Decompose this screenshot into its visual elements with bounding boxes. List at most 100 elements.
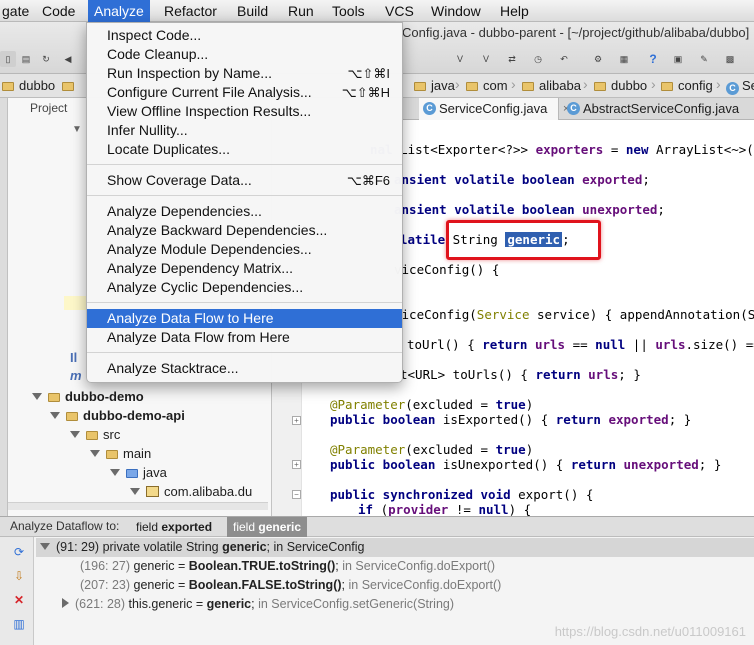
breadcrumb-item[interactable]: config	[661, 77, 713, 95]
dataflow-root-row[interactable]: (91: 29) private volatile String generic…	[36, 538, 754, 557]
save-icon[interactable]: ▤	[18, 51, 34, 67]
vcs-compare-icon[interactable]: ⇄	[504, 51, 520, 67]
sync-icon[interactable]: ↻	[38, 51, 54, 67]
menu-refactor[interactable]: Refactor	[158, 0, 223, 22]
expand-icon[interactable]	[40, 543, 50, 550]
breadcrumb-item[interactable]: CSe	[726, 77, 754, 95]
breadcrumb-item[interactable]	[62, 77, 79, 95]
menu-separator	[87, 352, 402, 353]
dataflow-row[interactable]: (207: 23) generic = Boolean.FALSE.toStri…	[80, 576, 501, 595]
menu-item-inspect-code[interactable]: Inspect Code...	[87, 26, 402, 45]
back-icon[interactable]: ◀	[60, 51, 76, 67]
dataflow-row[interactable]: (196: 27) generic = Boolean.TRUE.toStrin…	[80, 557, 495, 576]
dataflow-toolbar: ⟳ ⇩ ✕ ▥	[0, 537, 34, 645]
menu-code[interactable]: Code	[36, 0, 81, 22]
refresh-icon[interactable]: ⟳	[12, 545, 26, 559]
settings-icon[interactable]: ⚙	[590, 51, 606, 67]
fold-icon[interactable]: +	[292, 460, 301, 469]
help-icon[interactable]: ▥	[12, 617, 26, 631]
folder-icon	[594, 82, 606, 91]
menu-item-code-cleanup[interactable]: Code Cleanup...	[87, 45, 402, 64]
menu-item-offline-inspection[interactable]: View Offline Inspection Results...	[87, 102, 402, 121]
tab-abstractserviceconfig[interactable]: C AbstractServiceConfig.java	[563, 98, 754, 120]
tab-field-exported[interactable]: field exported	[130, 517, 218, 537]
fold-icon[interactable]: −	[292, 490, 301, 499]
menu-tools[interactable]: Tools	[326, 0, 371, 22]
menu-navigate[interactable]: gate	[0, 0, 35, 22]
expand-icon[interactable]	[50, 412, 60, 419]
menu-item-infer-nullity[interactable]: Infer Nullity...	[87, 121, 402, 140]
breadcrumb-item[interactable]: dubbo	[594, 77, 647, 95]
close-icon[interactable]: ✕	[12, 593, 26, 607]
menu-window[interactable]: Window	[425, 0, 487, 22]
breadcrumb-item[interactable]: com	[466, 77, 508, 95]
module-icon	[48, 393, 60, 402]
fold-icon[interactable]: +	[292, 416, 301, 425]
grid-icon[interactable]: ▩	[722, 51, 738, 67]
menu-help[interactable]: Help	[494, 0, 535, 22]
menu-item-show-coverage[interactable]: Show Coverage Data... ⌥⌘F6	[87, 171, 402, 190]
breadcrumb-item[interactable]: java	[414, 77, 455, 95]
tree-item[interactable]: java	[110, 463, 167, 482]
tab-field-generic[interactable]: field generic	[227, 517, 308, 537]
menu-item-module-dependencies[interactable]: Analyze Module Dependencies...	[87, 240, 402, 259]
code-line: ansient volatile boolean exported;	[394, 172, 650, 187]
menu-item-analyze-stacktrace[interactable]: Analyze Stacktrace...	[87, 359, 402, 378]
vcs-commit-icon[interactable]: V	[478, 51, 494, 67]
menu-item-run-inspection-by-name[interactable]: Run Inspection by Name... ⌥⇧⌘I	[87, 64, 402, 83]
console-icon[interactable]: ▣	[670, 51, 686, 67]
tool-window-strip	[0, 98, 8, 516]
menu-item-data-flow-from-here[interactable]: Analyze Data Flow from Here	[87, 328, 402, 347]
module-icon	[66, 412, 78, 421]
tab-serviceconfig[interactable]: C ServiceConfig.java ×	[419, 98, 569, 120]
open-icon[interactable]: ▯	[0, 51, 16, 67]
menu-run[interactable]: Run	[282, 0, 320, 22]
expand-icon[interactable]	[110, 469, 120, 476]
menu-analyze[interactable]: Analyze	[88, 0, 150, 22]
horizontal-scrollbar[interactable]	[8, 502, 268, 510]
project-tab[interactable]: Project	[12, 98, 67, 118]
collapsed-arrow-icon[interactable]	[62, 598, 69, 608]
expand-icon[interactable]	[130, 488, 140, 495]
tree-item[interactable]: com.alibaba.du	[130, 482, 252, 501]
menu-item-cyclic-dependencies[interactable]: Analyze Cyclic Dependencies...	[87, 278, 402, 297]
dataflow-row[interactable]: (621: 28) this.generic = generic; in Ser…	[62, 595, 454, 614]
breadcrumb-item[interactable]: alibaba	[522, 77, 581, 95]
package-icon	[146, 486, 159, 497]
class-icon: C	[423, 102, 436, 115]
collapse-arrow-icon[interactable]: ▼	[72, 124, 82, 135]
help-icon[interactable]: ?	[645, 51, 661, 67]
menu-item-dependency-matrix[interactable]: Analyze Dependency Matrix...	[87, 259, 402, 278]
folder-icon	[661, 82, 673, 91]
tree-item[interactable]: dubbo-demo	[32, 387, 144, 406]
vcs-history-icon[interactable]: ◷	[530, 51, 546, 67]
menu-item-configure-file-analysis[interactable]: Configure Current File Analysis... ⌥⇧⌘H	[87, 83, 402, 102]
export-icon[interactable]: ⇩	[12, 569, 26, 583]
breadcrumb-item[interactable]: dubbo	[2, 77, 55, 95]
expand-icon[interactable]	[70, 431, 80, 438]
breadcrumb-separator: ›	[651, 76, 656, 92]
tree-item[interactable]: dubbo-demo-api	[50, 406, 185, 425]
edit-icon[interactable]: ✎	[696, 51, 712, 67]
expand-icon[interactable]	[32, 393, 42, 400]
vcs-update-icon[interactable]: V	[452, 51, 468, 67]
structure-icon[interactable]: ▦	[616, 51, 632, 67]
menu-item-analyze-dependencies[interactable]: Analyze Dependencies...	[87, 202, 402, 221]
code-line: viceConfig(Service service) { appendAnno…	[394, 307, 754, 322]
revert-icon[interactable]: ↶	[556, 51, 572, 67]
tree-fragment: m	[70, 368, 82, 383]
menu-vcs[interactable]: VCS	[379, 0, 420, 22]
dataflow-header: Analyze Dataflow to: field exported fiel…	[0, 517, 754, 537]
menu-item-locate-duplicates[interactable]: Locate Duplicates...	[87, 140, 402, 159]
menu-item-backward-dependencies[interactable]: Analyze Backward Dependencies...	[87, 221, 402, 240]
menu-build[interactable]: Build	[231, 0, 274, 22]
tree-item[interactable]: src	[70, 425, 120, 444]
code-line: toUrl() { return urls == null || urls.si…	[407, 337, 754, 352]
breadcrumb-separator: ›	[511, 76, 516, 92]
tree-item[interactable]: main	[90, 444, 151, 463]
dataflow-panel: Analyze Dataflow to: field exported fiel…	[0, 516, 754, 645]
expand-icon[interactable]	[90, 450, 100, 457]
menu-item-data-flow-to-here[interactable]: Analyze Data Flow to Here	[87, 309, 402, 328]
breadcrumb-separator: ›	[455, 76, 460, 92]
menu-separator	[87, 195, 402, 196]
